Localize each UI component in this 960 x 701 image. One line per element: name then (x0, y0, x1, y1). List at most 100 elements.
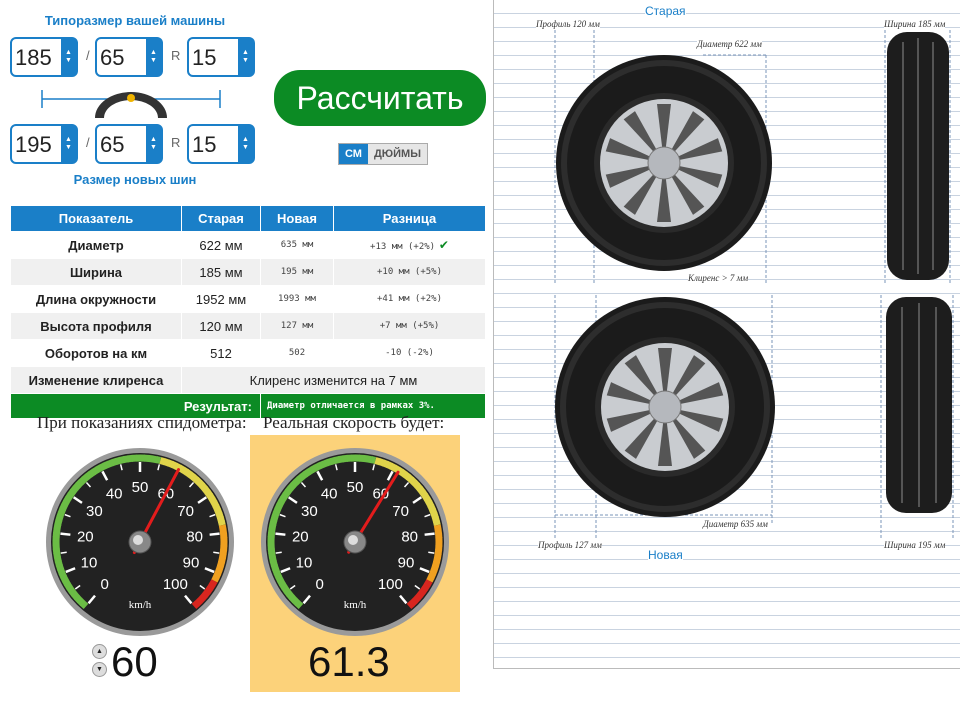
real-speed-value: 61.3 (308, 638, 390, 685)
gauge-range-segment (217, 520, 226, 526)
gauge-unit-label: km/h (344, 599, 367, 611)
gauge-tick-label: 10 (296, 555, 313, 572)
gauge-tick-label: 40 (321, 485, 338, 502)
row-label: Ширина (10, 258, 182, 286)
new-value: 127 мм (260, 312, 334, 340)
spinner-arrows-icon: ▲ ▼ (238, 39, 253, 75)
new-diameter-label: Диаметр 635 мм (703, 519, 768, 529)
table-row: Оборотов на км 512 502 -10 (-2%) (10, 339, 486, 367)
gauge-range-segment (370, 456, 377, 464)
table-header: Показатель Старая Новая Разница (10, 205, 486, 232)
column-header: Разница (333, 205, 486, 232)
unit-cm-button[interactable]: СМ (339, 144, 368, 164)
new-width-select[interactable]: 195 ▲ ▼ (10, 124, 78, 164)
old-profile-label: Профиль 120 мм (536, 19, 600, 29)
gauge-tick-label: 50 (347, 479, 364, 496)
old-value: 185 мм (181, 258, 261, 286)
gauge-tick (424, 532, 435, 536)
gauge-range-segment (191, 601, 200, 609)
spinner-arrows-icon: ▲ ▼ (146, 39, 161, 75)
calculate-button[interactable]: Рассчитать (274, 70, 486, 126)
unit-toggle: СМ ДЮЙМЫ (338, 143, 428, 165)
new-profile-value: 65 (100, 132, 125, 157)
speedometer-shown-gauge: 0102030405060708090100km/h (46, 448, 234, 636)
diff-value: +41 мм (+2%) (333, 285, 486, 313)
gauge-unit-label: km/h (129, 599, 152, 611)
gauge-tick-label: 30 (301, 503, 318, 520)
new-tire-side-icon (555, 297, 775, 517)
spinner-arrows-icon: ▲ ▼ (61, 39, 76, 75)
new-rim-select[interactable]: 15 ▲ ▼ (187, 124, 255, 164)
current-width-select[interactable]: 185 ▲ ▼ (10, 37, 78, 77)
new-profile-select[interactable]: 65 ▲ ▼ (95, 124, 163, 164)
table-row: Длина окружности 1952 мм 1993 мм +41 мм … (10, 285, 486, 313)
gauge-range-segment (211, 575, 220, 583)
old-width-label: Ширина 185 мм (884, 19, 946, 29)
decrement-arrow-icon[interactable]: ▼ (92, 662, 107, 677)
gauge-tick-label: 0 (315, 576, 323, 593)
gauge-tick (275, 551, 282, 554)
row-label: Оборотов на км (10, 339, 182, 367)
speedometer-shown-caption: При показаниях спидометра: (37, 413, 247, 432)
current-profile-select[interactable]: 65 ▲ ▼ (95, 37, 163, 77)
old-value: 512 (181, 339, 261, 367)
new-value: 635 мм (260, 231, 334, 259)
diagram-new-title: Новая (648, 548, 683, 562)
speed-stepper[interactable]: ▲ ▼ (92, 644, 107, 677)
gauge-tick-label: 70 (392, 503, 409, 520)
spinner-arrows-icon: ▲ ▼ (61, 126, 76, 162)
old-value: 1952 мм (181, 285, 261, 313)
rim-r-label: R (171, 135, 181, 150)
gauge-hub-highlight (348, 535, 358, 545)
clearance-value: Клиренс изменится на 7 мм (181, 366, 486, 394)
gauge-tick (428, 551, 435, 554)
diff-value: +10 мм (+5%) (333, 258, 486, 286)
row-label: Высота профиля (10, 312, 182, 340)
column-header: Показатель (10, 205, 182, 232)
new-profile-label: Профиль 127 мм (538, 540, 602, 550)
diff-value: +13 мм (+2%) ✔ (333, 231, 486, 259)
new-value: 195 мм (260, 258, 334, 286)
row-label: Длина окружности (10, 285, 182, 313)
diagram-old-title: Старая (645, 4, 686, 18)
gauge-range-segment (432, 520, 441, 526)
current-profile-value: 65 (100, 45, 125, 70)
new-rim-value: 15 (192, 132, 217, 157)
gauge-tick-label: 90 (398, 555, 415, 572)
gauge-tick-label: 50 (132, 479, 149, 496)
row-label: Диаметр (10, 231, 182, 259)
old-tire-front-icon (887, 32, 949, 280)
clearance-label: Изменение клиренса (10, 366, 182, 394)
table-row: Диаметр 622 мм 635 мм +13 мм (+2%) ✔ (10, 231, 486, 259)
old-value: 120 мм (181, 312, 261, 340)
new-value: 1993 мм (260, 285, 334, 313)
old-diameter-label: Диаметр 622 мм (697, 39, 762, 49)
speedometer-real-caption: Реальная скорость будет: (263, 413, 445, 432)
gauge-tick (209, 532, 220, 536)
increment-arrow-icon[interactable]: ▲ (92, 644, 107, 659)
new-value: 502 (260, 339, 334, 367)
diff-value: -10 (-2%) (333, 339, 486, 367)
gauge-tick-label: 80 (401, 528, 418, 545)
diff-text: +13 мм (+2%) (370, 242, 436, 252)
gauge-tick-label: 90 (183, 555, 200, 572)
gauge-tick (60, 532, 71, 536)
size-separator: / (86, 135, 90, 150)
new-width-value: 195 (15, 132, 52, 157)
old-tire-side-icon (556, 55, 772, 271)
speedometer-real-gauge: 010203040 50 60708090100km/h (261, 448, 449, 636)
rim-r-label: R (171, 48, 181, 63)
gauge-range-segment (426, 575, 435, 583)
current-rim-value: 15 (192, 45, 217, 70)
shown-speed-input[interactable]: 60 (111, 638, 158, 686)
old-value: 622 мм (181, 231, 261, 259)
spinner-arrows-icon: ▲ ▼ (238, 126, 253, 162)
comparison-table: Показатель Старая Новая Разница Диаметр … (10, 205, 486, 419)
current-rim-select[interactable]: 15 ▲ ▼ (187, 37, 255, 77)
gauge-tick-label: 100 (163, 576, 188, 593)
tire-sidewall-icon (41, 90, 221, 118)
gauge-hub-highlight (133, 535, 143, 545)
spinner-arrows-icon: ▲ ▼ (146, 126, 161, 162)
current-width-value: 185 (15, 45, 52, 70)
unit-inches-button[interactable]: ДЮЙМЫ (367, 144, 427, 164)
